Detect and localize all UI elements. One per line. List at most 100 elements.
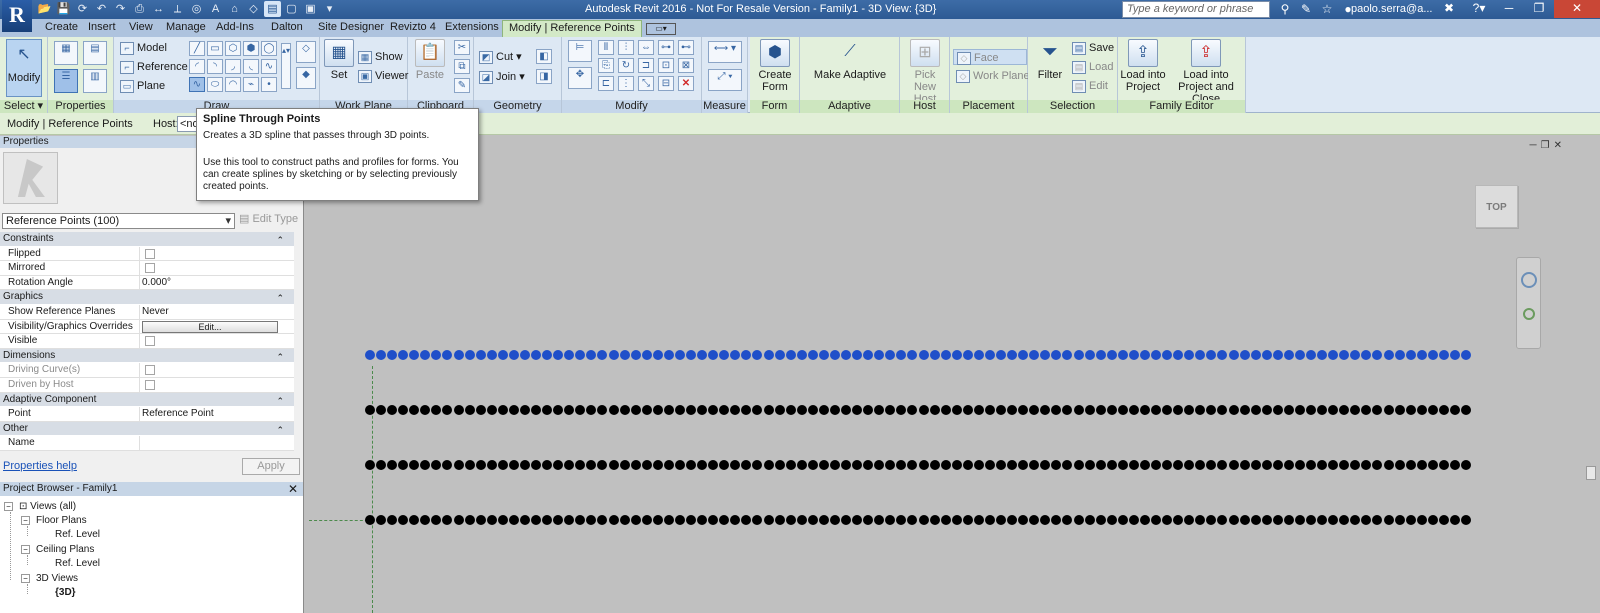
reference-point[interactable]	[1416, 350, 1427, 360]
reference-point[interactable]	[508, 405, 519, 415]
reference-point[interactable]	[387, 460, 398, 470]
reference-point[interactable]	[1095, 515, 1106, 525]
reference-point[interactable]	[796, 405, 807, 415]
reference-point[interactable]	[1051, 405, 1062, 415]
copy-modify-icon[interactable]: ⎘	[598, 58, 614, 73]
reference-point[interactable]	[1073, 515, 1084, 525]
reference-point[interactable]	[1272, 350, 1283, 360]
tree-floor-ref-level[interactable]: Ref. Level	[55, 529, 100, 541]
filter-button[interactable]: ⏷ Filter	[1032, 39, 1068, 81]
reference-point[interactable]	[1018, 460, 1029, 470]
help-icon[interactable]: ?▾	[1464, 0, 1494, 18]
reference-point[interactable]	[519, 515, 530, 525]
property-group[interactable]: Other	[0, 421, 294, 437]
reference-point[interactable]	[597, 405, 608, 415]
reference-point[interactable]	[962, 515, 973, 525]
draw-reference-button[interactable]: ⌐ Reference	[120, 59, 188, 75]
reference-point[interactable]	[663, 460, 674, 470]
type-properties-icon[interactable]: ▥	[83, 69, 107, 93]
property-checkbox[interactable]	[145, 263, 155, 274]
reference-point[interactable]	[420, 405, 431, 415]
reference-point[interactable]	[1106, 460, 1117, 470]
reference-point[interactable]	[940, 515, 951, 525]
reference-point[interactable]	[608, 350, 619, 360]
reference-point[interactable]	[763, 460, 774, 470]
open-icon[interactable]: 📂	[36, 1, 53, 17]
reference-point[interactable]	[431, 405, 442, 415]
reference-point[interactable]	[896, 460, 907, 470]
paste-button[interactable]: 📋 Paste	[412, 39, 448, 81]
reference-point[interactable]	[1272, 405, 1283, 415]
3d-view-icon[interactable]: ⌂	[226, 1, 243, 17]
family-category-icon[interactable]: ▦	[54, 41, 78, 65]
reference-point[interactable]	[929, 405, 940, 415]
spline-icon[interactable]: ∿	[261, 59, 277, 74]
reference-point[interactable]	[1206, 405, 1217, 415]
dimension-icon[interactable]: ⟂	[169, 1, 186, 17]
reference-point[interactable]	[984, 350, 995, 360]
reference-point[interactable]	[1173, 460, 1184, 470]
reference-point[interactable]	[1261, 350, 1272, 360]
reference-point[interactable]	[641, 460, 652, 470]
reference-point[interactable]	[464, 405, 475, 415]
visibility-edit-button[interactable]: Edit...	[142, 320, 278, 333]
reference-point[interactable]	[996, 515, 1007, 525]
reference-point[interactable]	[1139, 515, 1150, 525]
reference-point[interactable]	[508, 350, 519, 360]
reference-point[interactable]	[1139, 405, 1150, 415]
reference-point[interactable]	[686, 460, 697, 470]
reference-point[interactable]	[1328, 460, 1339, 470]
binoculars-icon[interactable]: ⚲	[1276, 1, 1294, 18]
reference-point[interactable]	[752, 515, 763, 525]
reference-point[interactable]	[597, 460, 608, 470]
polygon-icon[interactable]: ⬡	[225, 41, 241, 56]
reference-point[interactable]	[387, 350, 398, 360]
reference-point[interactable]	[1461, 515, 1471, 525]
reference-point[interactable]	[796, 515, 807, 525]
tab-modify-reference-points[interactable]: Modify | Reference Points	[502, 20, 642, 37]
close-hidden-icon[interactable]: ▢	[283, 1, 300, 17]
reference-point[interactable]	[652, 515, 663, 525]
reference-point[interactable]	[453, 350, 464, 360]
reference-point[interactable]	[774, 350, 785, 360]
reference-point[interactable]	[531, 350, 542, 360]
unpin-icon[interactable]: ⊠	[678, 58, 694, 73]
tab-extensions[interactable]: Extensions	[445, 21, 499, 33]
reference-point[interactable]	[730, 460, 741, 470]
reference-point[interactable]	[829, 405, 840, 415]
reference-point[interactable]	[475, 350, 486, 360]
reference-point[interactable]	[1461, 460, 1471, 470]
reference-point[interactable]	[497, 515, 508, 525]
offset-icon[interactable]: ⫴	[598, 40, 614, 55]
print-icon[interactable]: ⎙	[131, 1, 148, 17]
reference-point[interactable]	[497, 350, 508, 360]
ref-plane-icon[interactable]: ◆	[296, 67, 316, 89]
reference-point[interactable]	[1084, 515, 1095, 525]
reference-point[interactable]	[752, 460, 763, 470]
reference-point[interactable]	[420, 515, 431, 525]
reference-point[interactable]	[641, 405, 652, 415]
drawing-area[interactable]: ─ ❐ ✕ TOP	[309, 136, 1600, 613]
reference-point[interactable]	[1195, 350, 1206, 360]
circumscribed-icon[interactable]: ⬢	[243, 41, 259, 56]
minimize-button[interactable]: ─	[1494, 0, 1524, 18]
reference-point[interactable]	[1095, 350, 1106, 360]
reference-point[interactable]	[1073, 405, 1084, 415]
point-row[interactable]	[365, 515, 1471, 525]
spline-through-points-icon[interactable]: ∿	[189, 77, 205, 92]
draw-gallery-scroll[interactable]: ▴▾	[281, 43, 291, 89]
reference-point[interactable]	[918, 460, 929, 470]
property-group[interactable]: Adaptive Component	[0, 392, 294, 408]
reference-point[interactable]	[807, 405, 818, 415]
reference-point[interactable]	[1007, 515, 1018, 525]
reference-point[interactable]	[1095, 405, 1106, 415]
view-scroll-handle[interactable]	[1586, 466, 1596, 480]
reference-point[interactable]	[1261, 460, 1272, 470]
reference-point[interactable]	[508, 515, 519, 525]
reference-point[interactable]	[475, 405, 486, 415]
reference-point[interactable]	[431, 515, 442, 525]
redo-icon[interactable]: ↷	[112, 1, 129, 17]
reference-point[interactable]	[409, 460, 420, 470]
reference-point[interactable]	[1206, 350, 1217, 360]
apply-button[interactable]: Apply	[242, 458, 300, 475]
